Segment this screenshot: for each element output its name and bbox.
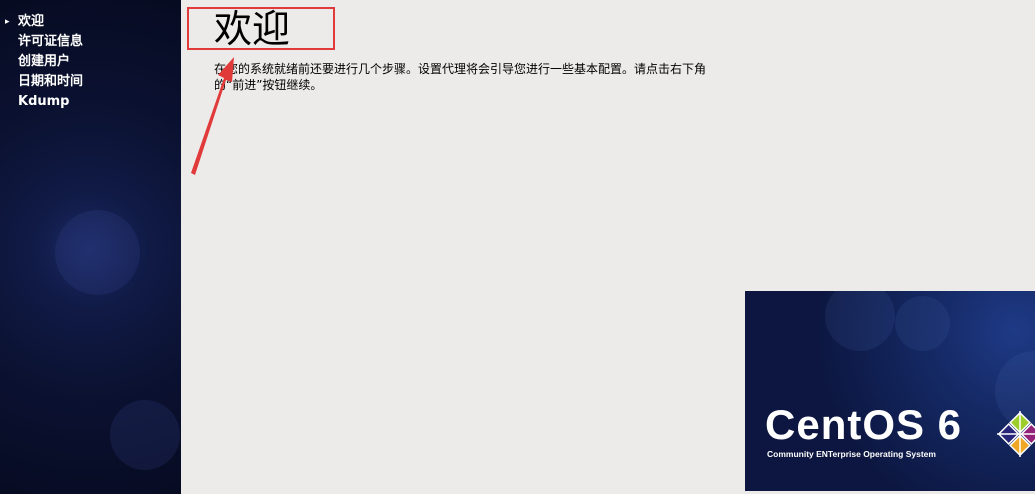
sidebar-decoration [110, 400, 180, 470]
step-item-kdump: Kdump [0, 92, 83, 112]
step-item-welcome: ▸ 欢迎 [0, 12, 83, 32]
sidebar-decoration [55, 210, 140, 295]
annotation-highlight-box [187, 7, 335, 50]
brand-wordmark: CentOS 6 [765, 401, 963, 448]
step-label: 许可证信息 [18, 34, 84, 49]
step-label: 欢迎 [18, 14, 45, 29]
step-item-create-user: 创建用户 [0, 52, 83, 72]
sidebar: ▸ 欢迎 许可证信息 创建用户 日期和时间 Kdump [0, 0, 181, 494]
logo-decoration [895, 296, 950, 351]
step-item-license: 许可证信息 [0, 32, 83, 52]
centos-logo-panel: CentOS 6 Community ENTerprise Operating … [745, 291, 1035, 491]
step-list: ▸ 欢迎 许可证信息 创建用户 日期和时间 Kdump [0, 12, 83, 112]
welcome-description: 在您的系统就绪前还要进行几个步骤。设置代理将会引导您进行一些基本配置。请点击右下… [214, 62, 707, 92]
step-item-date-time: 日期和时间 [0, 72, 83, 92]
step-label: Kdump [18, 94, 70, 109]
step-label: 日期和时间 [18, 74, 84, 89]
centos-emblem-icon [997, 411, 1035, 457]
current-step-marker-icon: ▸ [5, 17, 10, 27]
brand-tagline: Community ENTerprise Operating System [767, 449, 936, 459]
step-label: 创建用户 [18, 54, 71, 69]
annotation-arrow-icon [191, 57, 234, 175]
content-area: 欢迎 在您的系统就绪前还要进行几个步骤。设置代理将会引导您进行一些基本配置。请点… [181, 0, 1035, 494]
logo-decoration [825, 291, 895, 351]
